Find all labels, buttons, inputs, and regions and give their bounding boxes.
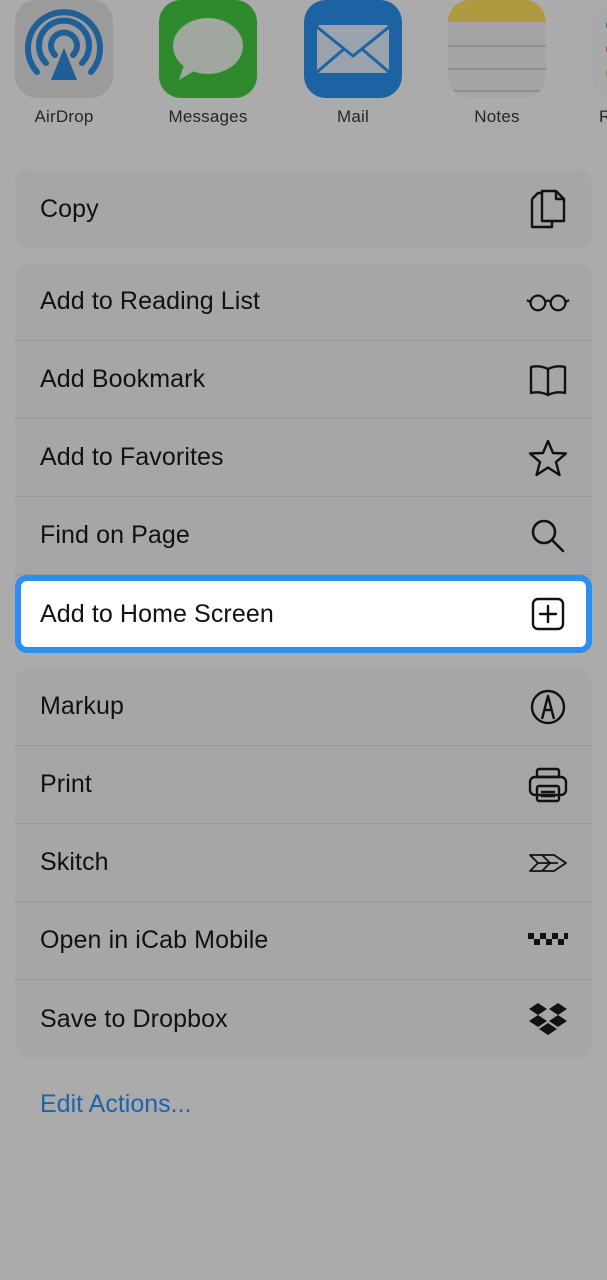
- row-label: Print: [40, 770, 92, 798]
- find-on-page-row[interactable]: Find on Page: [15, 497, 592, 575]
- add-to-favorites-row[interactable]: Add to Favorites: [15, 419, 592, 497]
- icab-checker-icon: [526, 919, 570, 963]
- mail-icon: [304, 0, 402, 98]
- share-apps-row: AirDrop Messages Mail Notes R: [0, 0, 607, 140]
- markup-pen-icon: [526, 685, 570, 729]
- share-app-reminders[interactable]: R: [586, 0, 607, 127]
- add-bookmark-row[interactable]: Add Bookmark: [15, 341, 592, 419]
- share-app-label: Notes: [474, 107, 520, 126]
- book-icon: [526, 358, 570, 402]
- edit-actions-link[interactable]: Edit Actions...: [40, 1090, 191, 1119]
- copy-group: Copy: [15, 170, 592, 248]
- row-label: Add to Home Screen: [40, 599, 274, 628]
- plus-square-icon: [526, 592, 570, 636]
- printer-icon: [526, 763, 570, 807]
- search-icon: [526, 514, 570, 558]
- markup-row[interactable]: Markup: [15, 668, 592, 746]
- share-app-label: R: [599, 107, 607, 126]
- row-label: Copy: [40, 194, 99, 223]
- extensions-group: Markup Print Skitch Open in iCab Mobile …: [15, 668, 592, 1058]
- copy-icon: [526, 187, 570, 231]
- print-row[interactable]: Print: [15, 746, 592, 824]
- skitch-row[interactable]: Skitch: [15, 824, 592, 902]
- messages-icon: [159, 0, 257, 98]
- share-app-label: Mail: [337, 107, 369, 126]
- share-app-airdrop[interactable]: AirDrop: [9, 0, 119, 127]
- share-app-label: AirDrop: [34, 107, 94, 126]
- share-app-notes[interactable]: Notes: [442, 0, 552, 127]
- share-app-mail[interactable]: Mail: [298, 0, 408, 127]
- notes-icon: [448, 0, 546, 98]
- share-app-label: Messages: [168, 107, 248, 126]
- row-label: Save to Dropbox: [40, 1004, 228, 1033]
- glasses-icon: [526, 280, 570, 324]
- airdrop-icon: [15, 0, 113, 98]
- row-label: Skitch: [40, 848, 109, 876]
- row-label: Open in iCab Mobile: [40, 926, 269, 954]
- reminders-icon: [592, 0, 607, 98]
- save-to-dropbox-row[interactable]: Save to Dropbox: [15, 980, 592, 1058]
- copy-row[interactable]: Copy: [15, 170, 592, 248]
- skitch-arrow-icon: [526, 841, 570, 885]
- row-label: Add Bookmark: [40, 365, 206, 393]
- row-label: Find on Page: [40, 521, 190, 549]
- row-label: Add to Favorites: [40, 443, 224, 471]
- row-label: Add to Reading List: [40, 287, 261, 315]
- add-to-reading-list-row[interactable]: Add to Reading List: [15, 263, 592, 341]
- share-app-messages[interactable]: Messages: [153, 0, 263, 127]
- open-in-icab-row[interactable]: Open in iCab Mobile: [15, 902, 592, 980]
- dropbox-icon: [526, 997, 570, 1041]
- row-label: Markup: [40, 692, 124, 720]
- add-to-home-screen-row[interactable]: Add to Home Screen: [15, 575, 592, 653]
- star-icon: [526, 436, 570, 480]
